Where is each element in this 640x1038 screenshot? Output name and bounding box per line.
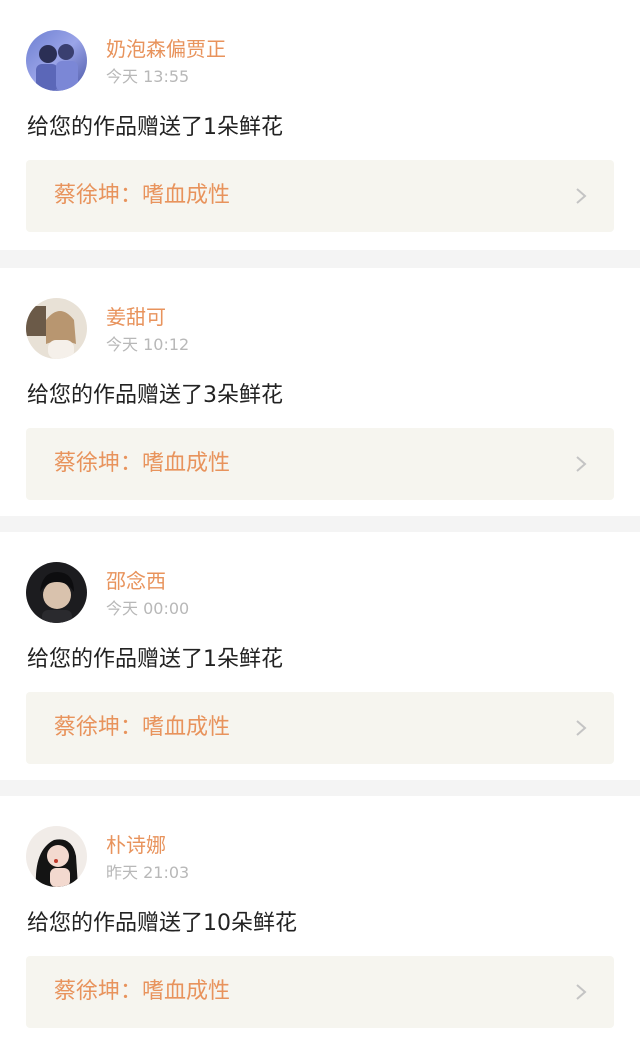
notification-card: 朴诗娜 昨天 21:03 给您的作品赠送了10朵鲜花 蔡徐坤：嗜血成性	[0, 796, 640, 1038]
notification-card: 姜甜可 今天 10:12 给您的作品赠送了3朵鲜花 蔡徐坤：嗜血成性	[0, 268, 640, 516]
timestamp: 今天 13:55	[106, 67, 190, 86]
work-title: 蔡徐坤：嗜血成性	[54, 979, 231, 1004]
work-link[interactable]: 蔡徐坤：嗜血成性	[26, 428, 614, 500]
username[interactable]: 朴诗娜	[106, 833, 166, 857]
work-title: 蔡徐坤：嗜血成性	[54, 183, 231, 208]
avatar[interactable]	[26, 298, 87, 359]
work-link[interactable]: 蔡徐坤：嗜血成性	[26, 692, 614, 764]
work-link[interactable]: 蔡徐坤：嗜血成性	[26, 160, 614, 232]
notification-card: 奶泡森偏贾正 今天 13:55 给您的作品赠送了1朵鲜花 蔡徐坤：嗜血成性	[0, 0, 640, 250]
notification-card: 邵念西 今天 00:00 给您的作品赠送了1朵鲜花 蔡徐坤：嗜血成性	[0, 532, 640, 780]
avatar[interactable]	[26, 826, 87, 887]
gift-message: 给您的作品赠送了1朵鲜花	[27, 115, 283, 140]
chevron-right-icon	[576, 456, 587, 472]
chevron-right-icon	[576, 188, 587, 204]
gift-message: 给您的作品赠送了1朵鲜花	[27, 647, 283, 672]
username[interactable]: 奶泡森偏贾正	[106, 37, 226, 61]
timestamp: 今天 10:12	[106, 335, 190, 354]
chevron-right-icon	[576, 720, 587, 736]
work-link[interactable]: 蔡徐坤：嗜血成性	[26, 956, 614, 1028]
avatar-image	[26, 30, 87, 91]
gift-message: 给您的作品赠送了3朵鲜花	[27, 383, 283, 408]
avatar-image	[26, 826, 87, 887]
gift-message: 给您的作品赠送了10朵鲜花	[27, 911, 297, 936]
avatar[interactable]	[26, 562, 87, 623]
username[interactable]: 邵念西	[106, 569, 166, 593]
avatar-image	[26, 298, 87, 359]
avatar-image	[26, 562, 87, 623]
work-title: 蔡徐坤：嗜血成性	[54, 451, 231, 476]
timestamp: 昨天 21:03	[106, 863, 190, 882]
avatar[interactable]	[26, 30, 87, 91]
work-title: 蔡徐坤：嗜血成性	[54, 715, 231, 740]
gift-notification-feed: 奶泡森偏贾正 今天 13:55 给您的作品赠送了1朵鲜花 蔡徐坤：嗜血成性 姜甜…	[0, 0, 640, 1038]
timestamp: 今天 00:00	[106, 599, 190, 618]
chevron-right-icon	[576, 984, 587, 1000]
username[interactable]: 姜甜可	[106, 305, 166, 329]
